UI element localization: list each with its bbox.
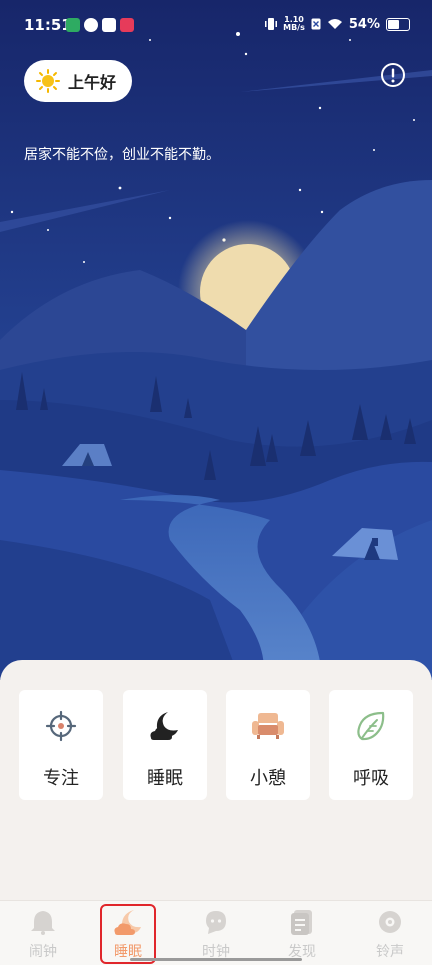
tab-sleep[interactable]: 睡眠 <box>98 907 158 960</box>
tab-discover[interactable]: 发现 <box>272 907 332 960</box>
info-button[interactable] <box>380 62 406 92</box>
status-right-group: 1.10 MB/s 54% <box>265 16 410 32</box>
target-icon <box>45 710 77 742</box>
moon-cloud-icon <box>150 712 178 740</box>
armchair-icon <box>252 713 284 739</box>
tab-clock[interactable]: 时钟 <box>186 907 246 960</box>
tab-label: 闹钟 <box>29 944 57 960</box>
card-label: 睡眠 <box>147 768 183 789</box>
landscape-illustration <box>0 0 432 680</box>
battery-icon <box>386 17 410 31</box>
card-sleep[interactable]: 睡眠 <box>123 690 207 800</box>
greeting-pill[interactable]: 上午好 <box>24 60 133 102</box>
function-panel: 专注 睡眠 小憩 呼吸 <box>0 660 432 906</box>
tab-ringtone[interactable]: 铃声 <box>360 907 420 960</box>
sleep-icon <box>114 910 141 935</box>
discover-icon <box>291 910 312 935</box>
app-notification-icon <box>102 18 116 32</box>
leaf-icon <box>357 711 385 741</box>
network-speed: 1.10 MB/s <box>283 15 305 32</box>
vibrate-icon <box>265 18 278 30</box>
app-notification-icon <box>84 18 98 32</box>
card-nap[interactable]: 小憩 <box>226 690 310 800</box>
ringtone-icon <box>379 911 401 933</box>
card-label: 呼吸 <box>353 768 389 789</box>
tab-label: 铃声 <box>376 944 404 960</box>
app-notification-icon <box>66 18 80 32</box>
daily-quote: 居家不能不俭，创业不能不勤。 <box>24 147 220 163</box>
clock-icon <box>206 911 226 934</box>
card-label: 专注 <box>43 768 79 789</box>
tab-alarm[interactable]: 闹钟 <box>13 907 73 960</box>
battery-percent: 54% <box>348 16 380 32</box>
status-time: 11:51 <box>24 16 72 34</box>
night-landscape-background <box>0 0 432 680</box>
no-sim-icon <box>311 18 321 30</box>
status-bar: 11:51 1.10 MB/s 54% <box>0 0 432 52</box>
alarm-bell-icon <box>31 911 55 935</box>
sun-icon <box>36 69 60 93</box>
greeting-text: 上午好 <box>68 73 117 92</box>
card-breathe[interactable]: 呼吸 <box>329 690 413 800</box>
card-focus[interactable]: 专注 <box>19 690 103 800</box>
wifi-icon <box>327 19 342 29</box>
exclamation-circle-icon <box>381 63 405 87</box>
home-indicator <box>130 958 302 961</box>
app-notification-icon <box>120 18 134 32</box>
bottom-tab-bar: 闹钟 睡眠 时钟 发现 铃声 <box>0 900 432 965</box>
card-label: 小憩 <box>250 768 286 789</box>
